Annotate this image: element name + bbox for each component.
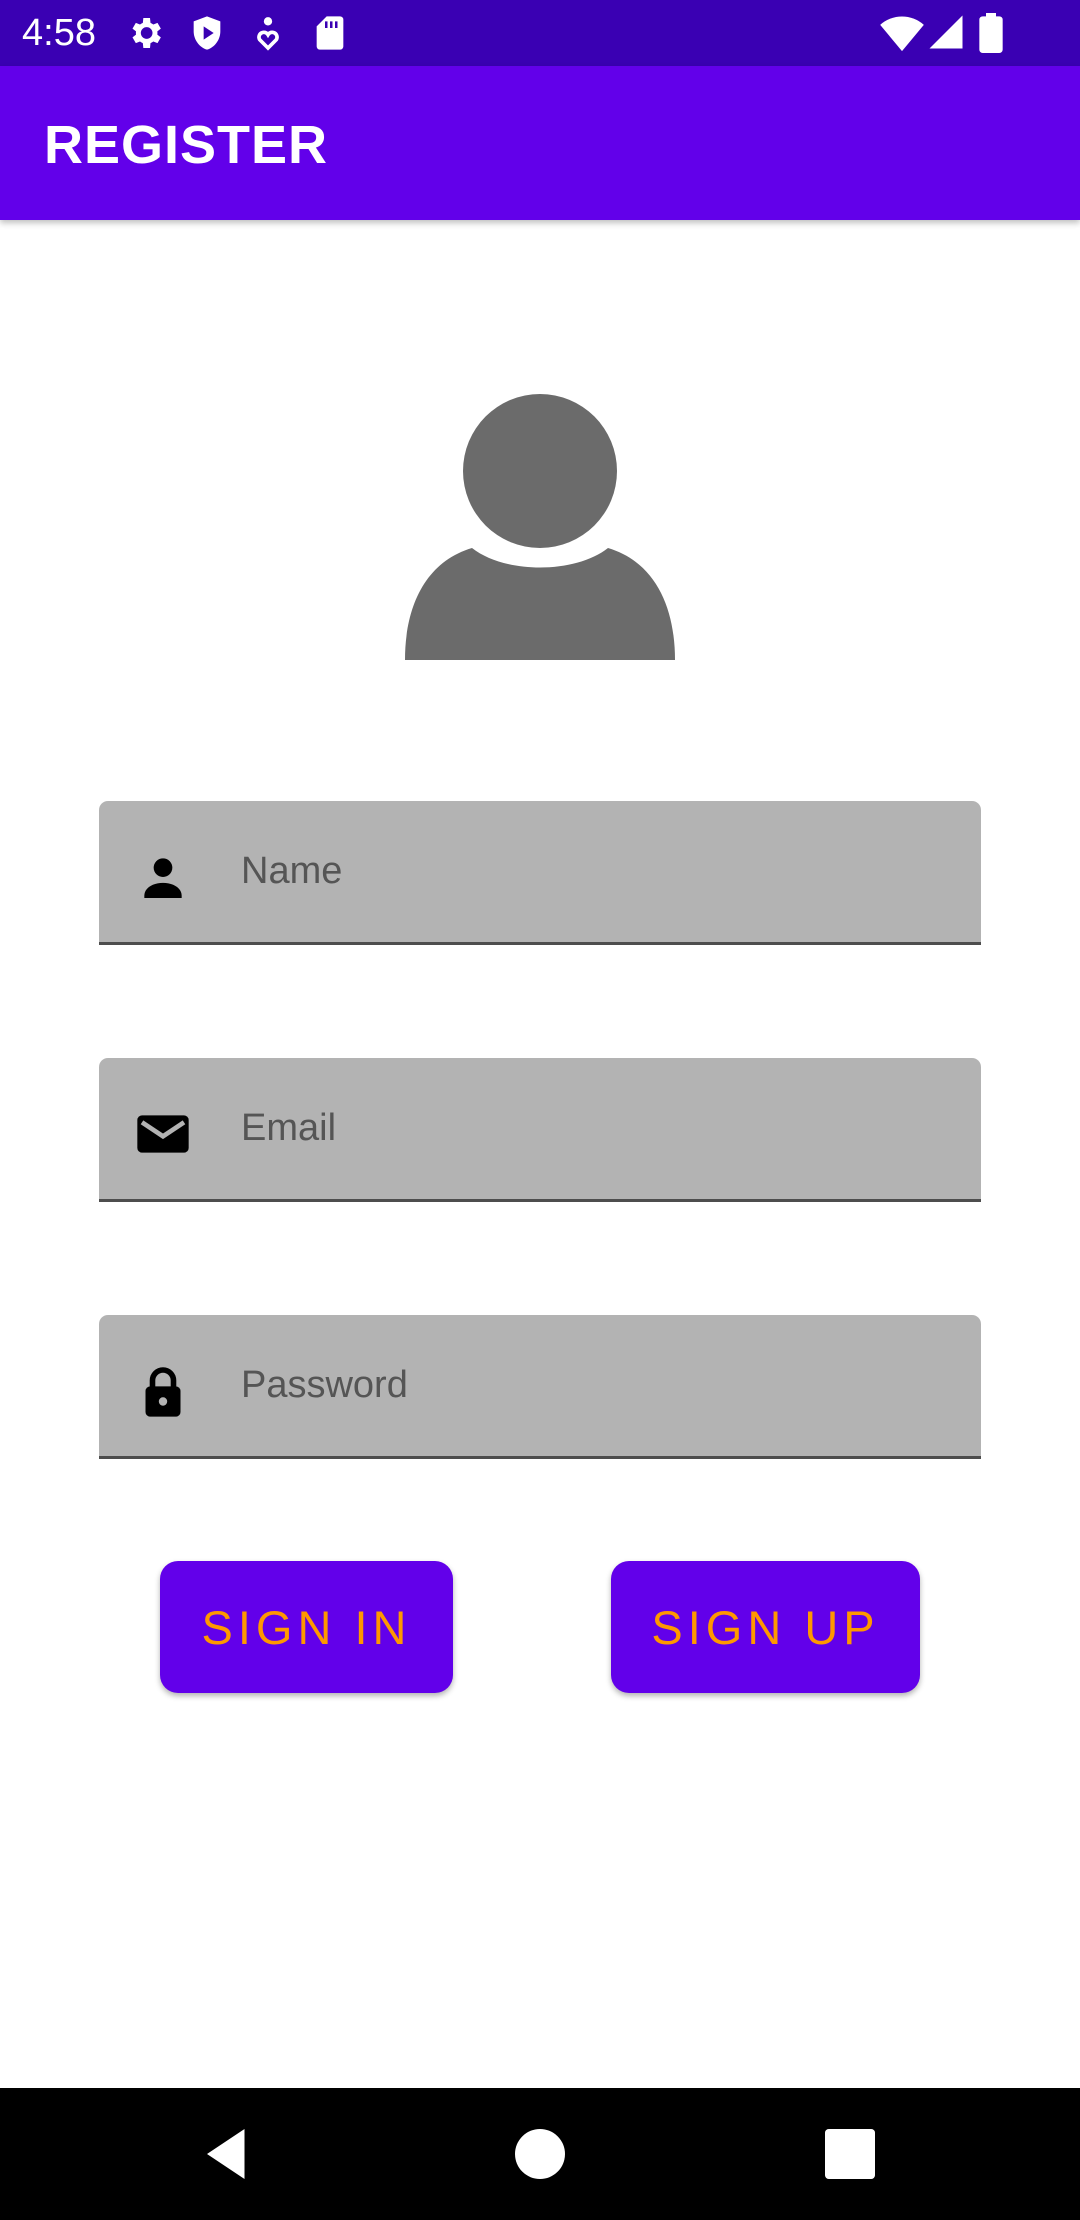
app-bar: REGISTER [0,66,1080,220]
person-icon [144,858,182,898]
cell-signal-icon [929,15,963,49]
name-field[interactable] [99,801,981,945]
wifi-icon [880,16,924,52]
email-input[interactable] [241,1058,961,1199]
status-time: 4:58 [22,12,96,54]
status-bar: 4:58 [0,0,1080,66]
back-icon[interactable] [197,2124,257,2184]
mail-icon [137,1115,189,1153]
battery-icon [979,13,1003,53]
shield-play-icon [193,16,221,50]
email-field[interactable] [99,1058,981,1202]
recents-icon[interactable] [820,2124,880,2184]
home-icon[interactable] [510,2124,570,2184]
heart-signal-icon [257,17,279,51]
navigation-bar [0,2088,1080,2220]
avatar-person-icon [405,394,675,660]
password-field[interactable] [99,1315,981,1459]
password-input[interactable] [241,1315,961,1456]
name-input[interactable] [241,801,961,942]
gear-icon [132,18,161,48]
page-title: REGISTER [44,115,329,175]
lock-icon [145,1367,181,1417]
sd-card-icon [316,16,344,50]
sign-in-button[interactable]: SIGN IN [160,1561,453,1693]
sign-up-button[interactable]: SIGN UP [611,1561,920,1693]
